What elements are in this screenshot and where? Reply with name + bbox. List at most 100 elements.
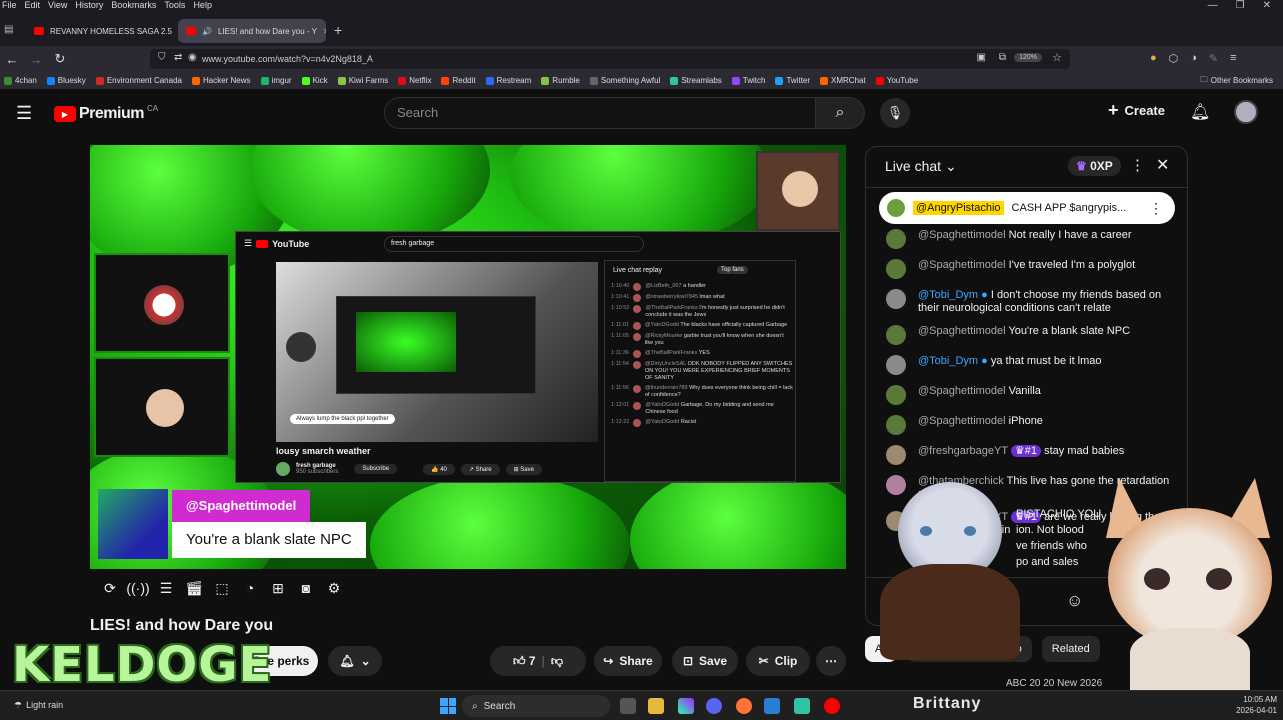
notifications-bell-icon[interactable]: 🔔︎ (1190, 102, 1210, 122)
bookmark-item[interactable]: Rumble (541, 76, 580, 85)
reader-icon[interactable]: ▣ (977, 52, 986, 63)
live-chat-mode-dropdown[interactable]: Live chat ⌄ (885, 158, 957, 175)
streamlabs-icon[interactable] (794, 698, 810, 714)
menu-view[interactable]: View (46, 0, 73, 12)
menu-help[interactable]: Help (191, 0, 218, 12)
close-window-icon[interactable]: ✕ (1263, 0, 1271, 12)
bookmark-item[interactable]: Streamlabs (670, 76, 722, 85)
tab-list-icon[interactable]: ▤ (4, 24, 13, 35)
bookmark-item[interactable]: imgur (260, 76, 292, 85)
chat-more-icon[interactable]: ⋮ (1130, 156, 1145, 174)
search-input[interactable]: Search (384, 97, 816, 129)
create-button[interactable]: + Create (1108, 101, 1165, 119)
new-tab-icon[interactable]: + (334, 22, 342, 38)
playlist-icon[interactable]: ☰ (152, 580, 180, 597)
avatar[interactable] (1234, 100, 1258, 124)
puzzle-icon[interactable]: ⬡ (1169, 52, 1179, 65)
hamburger-menu-icon[interactable]: ≡ (1230, 52, 1236, 65)
reload-icon[interactable]: ↻ (48, 51, 72, 67)
clapper-icon[interactable]: 🎬︎ (180, 580, 208, 597)
bookmark-item[interactable]: Twitch (731, 76, 765, 85)
chat-message[interactable]: @Tobi_Dym ● ya that must be it lmao (886, 355, 1176, 375)
back-icon[interactable]: ← (0, 52, 24, 67)
emoji-icon[interactable]: ☺ (1066, 591, 1083, 611)
bookmark-item[interactable]: Environment Canada (95, 76, 182, 85)
chat-message[interactable]: @Spaghettimodel iPhone (886, 415, 1176, 435)
tab-revanny[interactable]: REVANNY HOMELESS SAGA 2.5 ✕ (26, 19, 174, 43)
bookmark-item[interactable]: Kick (301, 76, 328, 85)
minimize-icon[interactable]: — (1208, 0, 1218, 12)
restore-icon[interactable]: ❐ (1236, 0, 1245, 12)
search-button[interactable]: ⌕ (815, 97, 865, 129)
copilot-icon[interactable] (678, 698, 694, 714)
chat-message[interactable]: @Spaghettimodel You're a blank slate NPC (886, 325, 1176, 345)
chat-message[interactable]: @freshgarbageYT ♛#1 stay mad babies (886, 445, 1176, 465)
zoom-badge[interactable]: 120% (1014, 53, 1042, 62)
pinned-more-icon[interactable]: ⋮ (1149, 200, 1163, 217)
file-explorer-icon[interactable] (648, 698, 664, 714)
clip-button[interactable]: ✂ Clip (746, 646, 810, 676)
extension-icon[interactable]: ● (1150, 52, 1157, 65)
bookmark-item[interactable]: Kiwi Farms (337, 76, 388, 85)
bookmark-item[interactable]: Bluesky (46, 76, 86, 85)
forward-icon[interactable]: → (24, 52, 48, 67)
youtube-logo[interactable]: ▶ Premium CA (54, 104, 158, 123)
video-player[interactable]: ☰ YouTube fresh garbage Always lump the … (90, 145, 846, 569)
bookmark-item[interactable]: Reddit (441, 76, 476, 85)
app-icon[interactable] (764, 698, 780, 714)
close-chat-icon[interactable]: ✕ (1156, 155, 1169, 175)
firefox-icon[interactable] (736, 698, 752, 714)
chat-message[interactable]: @Spaghettimodel I've traveled I'm a poly… (886, 259, 1176, 279)
lock-icon[interactable]: ◉ (188, 52, 197, 63)
screenshot-icon[interactable]: ⧉ (999, 52, 1006, 63)
settings-icon[interactable]: ⚙ (320, 580, 348, 597)
notification-toggle[interactable]: 🔔︎ ⌄ (328, 646, 382, 676)
weather-widget[interactable]: ☂ Light rain (14, 700, 63, 711)
pin-icon[interactable]: ✎ (1209, 52, 1218, 65)
task-view-icon[interactable] (620, 698, 636, 714)
menu-history[interactable]: History (73, 0, 109, 12)
bookmark-item[interactable]: Something Awful (589, 76, 660, 85)
dislike-button[interactable]: 👎︎ (551, 654, 563, 669)
url-bar[interactable]: ⛉ ⇄ ◉ www.youtube.com/watch?v=n4v2Ng818_… (150, 49, 1070, 69)
menu-edit[interactable]: Edit (23, 0, 47, 12)
youtube-app-icon[interactable] (824, 698, 840, 714)
voice-search-button[interactable]: 🎙 (880, 98, 910, 128)
more-actions-button[interactable]: ⋯ (816, 646, 846, 676)
speaker-icon[interactable]: 🔊 (202, 27, 212, 36)
menu-bookmarks[interactable]: Bookmarks (109, 0, 162, 12)
add-clip-icon[interactable]: ⊞ (264, 580, 292, 597)
windows-start-icon[interactable] (440, 698, 456, 714)
chat-message[interactable]: @Spaghettimodel Vanilla (886, 385, 1176, 405)
menu-file[interactable]: File (0, 0, 23, 12)
filter-chip[interactable]: Related (1041, 636, 1100, 662)
camera-icon[interactable]: ◙ (292, 580, 320, 597)
speed-icon[interactable]: ◔ (236, 580, 264, 597)
pinned-message[interactable]: @AngryPistachio CASH APP $angrypis... ⋮ (879, 192, 1175, 224)
shield-icon[interactable]: ⛉ (158, 52, 166, 63)
bookmark-item[interactable]: YouTube (875, 76, 918, 85)
star-icon[interactable]: ☆ (1052, 51, 1062, 64)
like-button[interactable]: 👍︎ 7 (513, 654, 536, 669)
bookmark-item[interactable]: 4chan (4, 76, 37, 85)
chat-message[interactable]: @Spaghettimodel Not really I have a care… (886, 229, 1176, 249)
tab-lies[interactable]: 🔊 LIES! and how Dare you - Y ✕ (178, 19, 326, 43)
xp-badge[interactable]: ♛ 0XP (1068, 156, 1121, 176)
menu-tools[interactable]: Tools (162, 0, 191, 12)
clock[interactable]: 10:05 AM 2026-04-01 (1236, 694, 1277, 716)
repeat-icon[interactable]: ⟳ (96, 580, 124, 597)
discord-icon[interactable] (706, 698, 722, 714)
sync-icon[interactable]: ◑ (1190, 52, 1197, 65)
broadcast-icon[interactable]: ((·)) (124, 580, 152, 597)
crop-icon[interactable]: ⬚ (208, 580, 236, 597)
save-button[interactable]: ⊡ Save (672, 646, 738, 676)
bookmark-item[interactable]: XMRChat (820, 76, 866, 85)
bookmark-item[interactable]: Twitter (775, 76, 810, 85)
permissions-icon[interactable]: ⇄ (174, 52, 182, 63)
other-bookmarks[interactable]: 🗀 Other Bookmarks (1200, 74, 1273, 88)
bookmark-item[interactable]: Restream (485, 76, 531, 85)
bookmark-item[interactable]: Hacker News (191, 76, 251, 85)
share-button[interactable]: ↪ Share (594, 646, 662, 676)
guide-menu-icon[interactable]: ☰ (16, 103, 32, 124)
taskbar-search[interactable]: ⌕ Search (462, 695, 610, 717)
